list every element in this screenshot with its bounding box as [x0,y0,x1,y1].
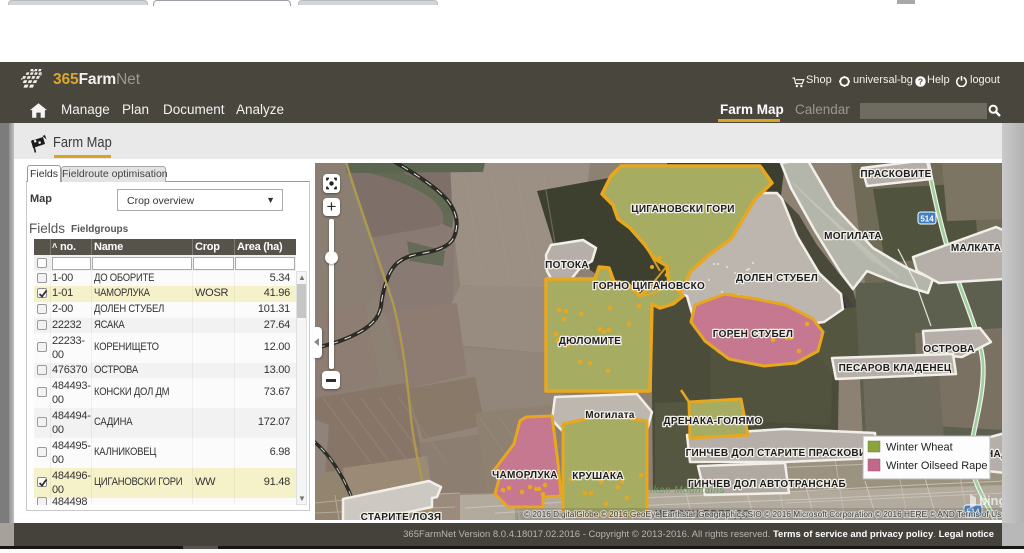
svg-text:МАЛКАТА: МАЛКАТА [951,243,1001,254]
svg-text:ГИНЧЕВ ДОЛ СТАРИТЕ ПРАСКОВИ: ГИНЧЕВ ДОЛ СТАРИТЕ ПРАСКОВИ [686,448,867,459]
svg-text:ДРЕНАКА-ГОЛЯМО: ДРЕНАКА-ГОЛЯМО [663,416,762,427]
svg-text:ЧАМОРЛУКА: ЧАМОРЛУКА [492,470,558,481]
svg-text:ДЮЛОМИТЕ: ДЮЛОМИТЕ [559,336,622,347]
svg-text:ГОРНО ЦИГАНОВСКО: ГОРНО ЦИГАНОВСКО [593,281,705,292]
svg-text:?: ? [918,76,923,86]
svg-text:ПОТОКА: ПОТОКА [545,260,589,271]
svg-text:ОСТРОВА: ОСТРОВА [923,344,974,355]
svg-text:ПРАСКОВИТЕ: ПРАСКОВИТЕ [860,169,931,180]
svg-text:ПЕСАРОВ КЛАДЕНЕЦ: ПЕСАРОВ КЛАДЕНЕЦ [839,363,952,374]
svg-text:Ikan Mountains: Ikan Mountains [650,485,725,496]
svg-text:© 2016 DigitalGlobe © 2016 Geo: © 2016 DigitalGlobe © 2016 GeoEye Earths… [524,509,1002,519]
svg-text:ДОЛЕН СТУБЕЛ: ДОЛЕН СТУБЕЛ [736,273,818,284]
svg-text:КРУШАКА: КРУШАКА [572,471,624,482]
svg-text:bing: bing [979,493,1002,508]
svg-text:МОГИЛАТА: МОГИЛАТА [824,231,882,242]
svg-text:Winter Wheat: Winter Wheat [886,442,953,454]
svg-text:СТАРИТЕ ЛОЗЯ: СТАРИТЕ ЛОЗЯ [361,512,442,520]
svg-text:Могилата: Могилата [585,410,635,421]
svg-text:Winter Oilseed Rape: Winter Oilseed Rape [886,460,988,472]
svg-text:ГОРЕН СТУБЕЛ: ГОРЕН СТУБЕЛ [713,329,793,340]
svg-text:514: 514 [920,215,934,224]
svg-text:ЦИГАНОВСКИ ГОРИ: ЦИГАНОВСКИ ГОРИ [631,204,735,215]
